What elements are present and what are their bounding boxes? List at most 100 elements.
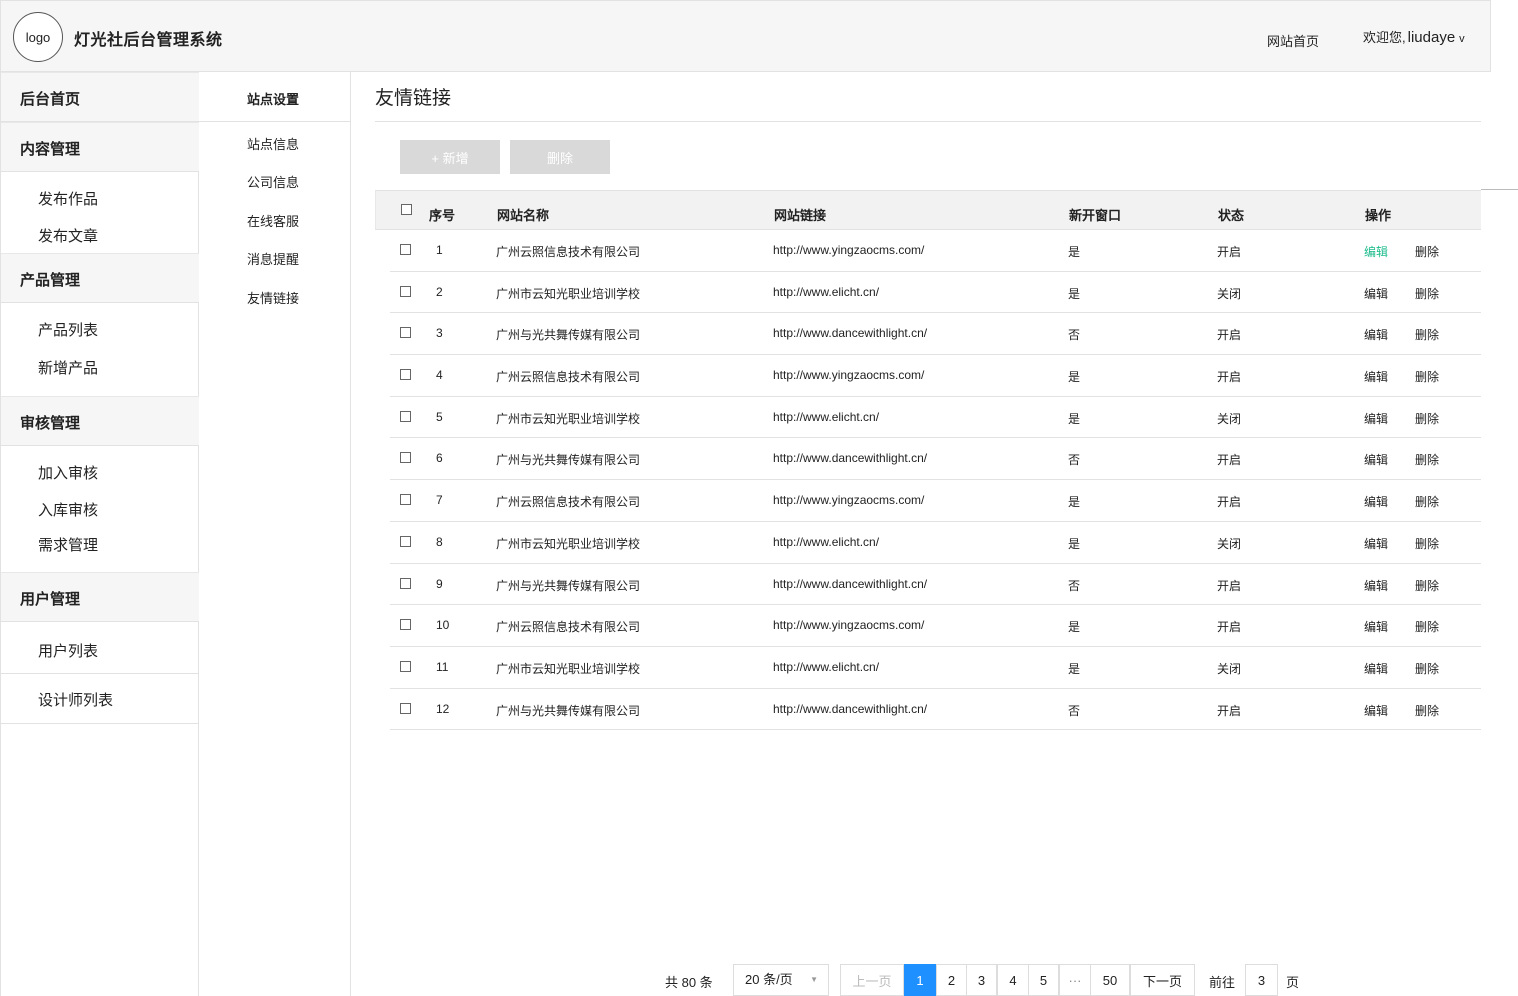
page-button-1[interactable]: 1 <box>904 964 936 996</box>
add-button[interactable]: + 新增 <box>400 140 500 174</box>
row-delete-button[interactable]: 删除 <box>1415 451 1439 468</box>
row-delete-button[interactable]: 删除 <box>1415 326 1439 343</box>
row-delete-button[interactable]: 删除 <box>1415 702 1439 719</box>
divider <box>1 673 199 674</box>
cell-site-link[interactable]: http://www.dancewithlight.cn/ <box>773 451 927 465</box>
sidebar-item-product-list[interactable]: 产品列表 <box>38 319 98 340</box>
row-delete-button[interactable]: 删除 <box>1415 493 1439 510</box>
row-checkbox[interactable] <box>400 535 411 547</box>
page-button-5[interactable]: 5 <box>1028 964 1059 996</box>
subnav-item-online-service[interactable]: 在线客服 <box>247 211 299 230</box>
delete-button[interactable]: 删除 <box>510 140 610 174</box>
page-button-2[interactable]: 2 <box>936 964 967 996</box>
row-checkbox[interactable] <box>400 494 411 506</box>
sidebar-group-review[interactable]: 审核管理 <box>1 396 199 446</box>
page-button-last[interactable]: 50 <box>1090 964 1130 996</box>
edit-button[interactable]: 编辑 <box>1364 243 1388 260</box>
goto-page-input[interactable]: 3 <box>1245 964 1278 996</box>
next-page-button[interactable]: 下一页 <box>1130 964 1195 996</box>
table-row: 9 广州与光共舞传媒有限公司 http://www.dancewithlight.c… <box>390 564 1481 606</box>
edit-button[interactable]: 编辑 <box>1364 410 1388 427</box>
sidebar-item-designer-list[interactable]: 设计师列表 <box>38 689 113 710</box>
row-delete-button[interactable]: 删除 <box>1415 577 1439 594</box>
cell-status: 开启 <box>1217 578 1242 593</box>
row-delete-button[interactable]: 删除 <box>1415 535 1439 552</box>
cell-status: 开启 <box>1217 328 1242 343</box>
cell-site-link[interactable]: http://www.elicht.cn/ <box>773 285 879 299</box>
subnav-item-friend-links[interactable]: 友情链接 <box>247 288 299 307</box>
sidebar-item-demand-management[interactable]: 需求管理 <box>38 534 98 555</box>
edit-button[interactable]: 编辑 <box>1364 577 1388 594</box>
row-delete-button[interactable]: 删除 <box>1415 660 1439 677</box>
website-home-link[interactable]: 网站首页 <box>1267 31 1319 50</box>
sidebar: 后台首页 内容管理 发布作品 发布文章 产品管理 产品列表 新增产品 审核管理 … <box>0 72 199 996</box>
cell-site-link[interactable]: http://www.elicht.cn/ <box>773 535 879 549</box>
row-delete-button[interactable]: 删除 <box>1415 285 1439 302</box>
sidebar-group-content[interactable]: 内容管理 <box>1 122 199 172</box>
row-checkbox[interactable] <box>400 369 411 381</box>
table-row: 8 广州市云知光职业培训学校 http://www.elicht.cn/是 关闭 编辑 删… <box>390 522 1481 564</box>
sidebar-item-user-list[interactable]: 用户列表 <box>38 640 98 661</box>
cell-status: 开启 <box>1217 370 1242 385</box>
cell-site-link[interactable]: http://www.elicht.cn/ <box>773 410 879 424</box>
row-checkbox[interactable] <box>400 702 411 714</box>
cell-site-link[interactable]: http://www.yingzaocms.com/ <box>773 618 924 632</box>
sidebar-item-publish-works[interactable]: 发布作品 <box>38 188 98 209</box>
sidebar-item-publish-article[interactable]: 发布文章 <box>38 225 98 246</box>
edit-button[interactable]: 编辑 <box>1364 535 1388 552</box>
sidebar-group-product[interactable]: 产品管理 <box>1 253 199 303</box>
table-row: 6 广州与光共舞传媒有限公司 http://www.dancewithlight.c… <box>390 438 1481 481</box>
user-menu[interactable]: 欢迎您, liudaye v <box>1363 27 1465 46</box>
cell-site-link[interactable]: http://www.dancewithlight.cn/ <box>773 702 927 716</box>
cell-site-link[interactable]: http://www.yingzaocms.com/ <box>773 493 924 507</box>
cell-site-link[interactable]: http://www.dancewithlight.cn/ <box>773 326 927 340</box>
cell-new-window: 否 <box>1068 703 1081 718</box>
row-checkbox[interactable] <box>400 452 411 464</box>
sidebar-item-storage-review[interactable]: 入库审核 <box>38 499 98 520</box>
edit-button[interactable]: 编辑 <box>1364 326 1388 343</box>
row-delete-button[interactable]: 删除 <box>1415 243 1439 260</box>
ellipsis-icon[interactable]: ··· <box>1059 964 1091 996</box>
subnav-item-company-info[interactable]: 公司信息 <box>247 172 299 191</box>
sidebar-item-add-product[interactable]: 新增产品 <box>38 357 98 378</box>
top-header: logo 灯光社后台管理系统 网站首页 欢迎您, liudaye v <box>0 0 1491 72</box>
edit-button[interactable]: 编辑 <box>1364 285 1388 302</box>
sidebar-item-join-review[interactable]: 加入审核 <box>38 462 98 483</box>
subnav-item-notifications[interactable]: 消息提醒 <box>247 249 299 268</box>
row-delete-button[interactable]: 删除 <box>1415 618 1439 635</box>
row-checkbox[interactable] <box>400 577 411 589</box>
edit-button[interactable]: 编辑 <box>1364 368 1388 385</box>
column-header-new-window: 新开窗口 <box>1069 208 1122 223</box>
row-checkbox[interactable] <box>400 244 411 255</box>
subnav-item-site-info[interactable]: 站点信息 <box>247 134 299 153</box>
cell-site-link[interactable]: http://www.dancewithlight.cn/ <box>773 577 927 591</box>
sidebar-group-user[interactable]: 用户管理 <box>1 572 199 622</box>
edit-button[interactable]: 编辑 <box>1364 618 1388 635</box>
select-all-checkbox[interactable] <box>401 204 412 215</box>
subnav-header-label: 站点设置 <box>247 92 300 107</box>
edit-button[interactable]: 编辑 <box>1364 702 1388 719</box>
prev-page-button[interactable]: 上一页 <box>840 964 904 996</box>
subnav-header: 站点设置 <box>199 72 350 122</box>
row-checkbox[interactable] <box>400 410 411 422</box>
row-delete-button[interactable]: 删除 <box>1415 368 1439 385</box>
row-delete-button[interactable]: 删除 <box>1415 410 1439 427</box>
cell-site-link[interactable]: http://www.yingzaocms.com/ <box>773 368 924 382</box>
page-size-select[interactable]: 20 条/页 ▼ <box>733 964 829 996</box>
page-button-4[interactable]: 4 <box>997 964 1029 996</box>
edit-button[interactable]: 编辑 <box>1364 660 1388 677</box>
cell-site-link[interactable]: http://www.yingzaocms.com/ <box>773 243 924 257</box>
cell-site-name: 广州与光共舞传媒有限公司 <box>496 703 641 718</box>
row-checkbox[interactable] <box>400 285 411 297</box>
sidebar-item-home[interactable]: 后台首页 <box>1 72 199 122</box>
pagination-total: 共 80 条 <box>665 975 713 990</box>
page-button-3[interactable]: 3 <box>966 964 997 996</box>
cell-site-link[interactable]: http://www.elicht.cn/ <box>773 660 879 674</box>
logo[interactable]: logo <box>13 12 63 62</box>
divider <box>375 121 1481 122</box>
row-checkbox[interactable] <box>400 660 411 672</box>
edit-button[interactable]: 编辑 <box>1364 493 1388 510</box>
row-checkbox[interactable] <box>400 619 411 631</box>
row-checkbox[interactable] <box>400 327 411 339</box>
edit-button[interactable]: 编辑 <box>1364 451 1388 468</box>
